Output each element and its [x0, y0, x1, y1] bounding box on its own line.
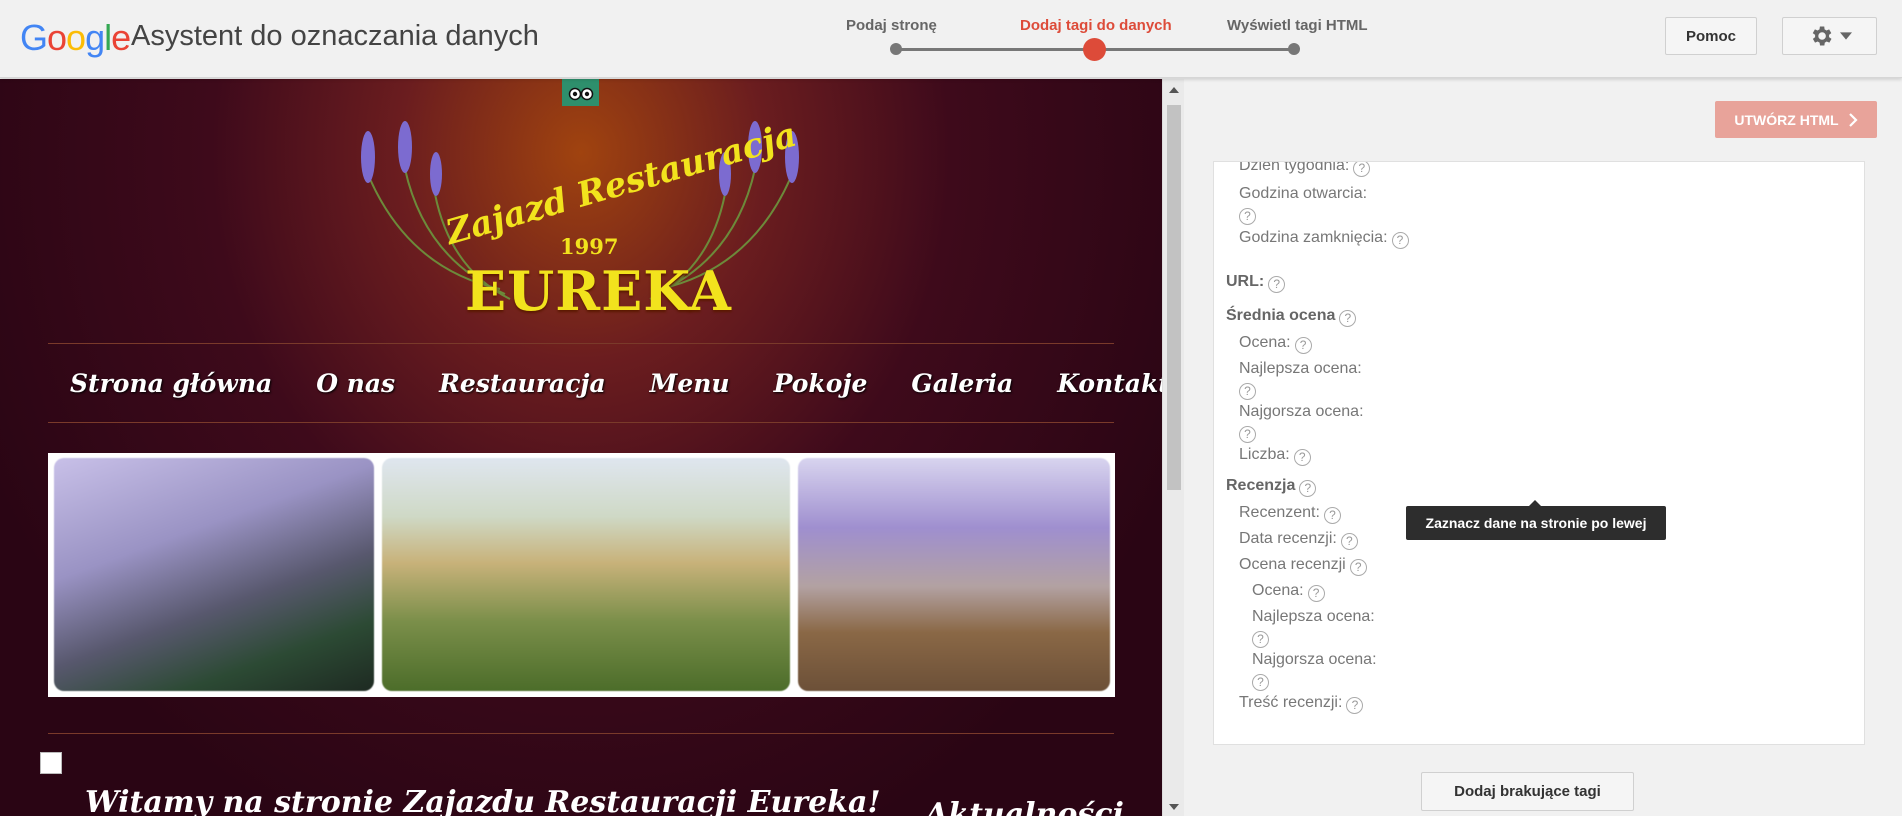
tag-item[interactable]: Data recenzji:?: [1239, 529, 1358, 550]
nav-menu[interactable]: Menu: [650, 369, 730, 398]
preview-scrollbar[interactable]: [1162, 79, 1184, 816]
help-icon[interactable]: ?: [1268, 276, 1286, 293]
tag-item[interactable]: Dzień tygodnia:?: [1239, 162, 1371, 177]
top-bar: Google Asystent do oznaczania danych Pod…: [0, 0, 1902, 78]
logo-letter: G: [20, 17, 48, 58]
tags-panel: UTWÓRZ HTML Dzień tygodnia:? Godzina otw…: [1185, 79, 1902, 816]
help-icon[interactable]: ?: [1252, 631, 1269, 648]
help-icon[interactable]: ?: [1349, 559, 1367, 576]
caret-down-icon: [1839, 32, 1852, 40]
tag-item[interactable]: Godzina otwarcia:?: [1239, 184, 1367, 225]
step-label-show-html[interactable]: Wyświetl tagi HTML: [1227, 17, 1368, 34]
tag-item[interactable]: Ocena recenzji?: [1239, 555, 1367, 576]
photo-billiard-room[interactable]: [54, 458, 374, 691]
tripadvisor-icon[interactable]: [562, 79, 599, 106]
photo-gallery: [48, 453, 1115, 697]
photo-building-exterior[interactable]: [382, 458, 790, 691]
tag-item[interactable]: Ocena:?: [1239, 333, 1312, 354]
site-nav: Strona główna O nas Restauracja Menu Pok…: [48, 343, 1162, 423]
scroll-thumb[interactable]: [1167, 105, 1181, 490]
gear-icon: [1812, 26, 1832, 46]
nav-rooms[interactable]: Pokoje: [774, 369, 868, 398]
step-dot-2-active[interactable]: [1083, 38, 1106, 61]
step-dot-1[interactable]: [890, 43, 902, 55]
step-dot-3[interactable]: [1288, 43, 1300, 55]
progress-stepper: Podaj stronę Dodaj tagi do danych Wyświe…: [846, 14, 1386, 64]
photo-dining-hall[interactable]: [798, 458, 1110, 691]
nav-about[interactable]: O nas: [316, 369, 395, 398]
tag-item[interactable]: Najgorsza ocena:?: [1239, 402, 1364, 443]
help-icon[interactable]: ?: [1239, 383, 1256, 400]
nav-contact[interactable]: Kontakt: [1057, 369, 1162, 398]
logo-letter: e: [111, 17, 131, 58]
content-divider: [48, 733, 1114, 734]
help-icon[interactable]: ?: [1239, 208, 1256, 225]
create-html-button[interactable]: UTWÓRZ HTML: [1715, 101, 1877, 138]
news-heading[interactable]: Aktualności: [925, 797, 1124, 816]
website-preview[interactable]: Zajazd Restauracja 1997 EUREKA Strona gł…: [0, 79, 1162, 816]
add-missing-tags-button[interactable]: Dodaj brakujące tagi: [1421, 772, 1634, 811]
tag-item[interactable]: Najlepsza ocena:?: [1239, 359, 1362, 400]
help-icon[interactable]: ?: [1391, 232, 1409, 249]
help-icon[interactable]: ?: [1252, 674, 1269, 691]
tag-item[interactable]: Liczba:?: [1239, 445, 1311, 466]
settings-button[interactable]: [1782, 17, 1877, 55]
chevron-right-icon: [1848, 112, 1858, 127]
app-title: Asystent do oznaczania danych: [131, 20, 539, 52]
tag-item[interactable]: Treść recenzji:?: [1239, 693, 1364, 714]
tag-group-header[interactable]: Średnia ocena?: [1226, 306, 1357, 327]
tag-item[interactable]: Najgorsza ocena:?: [1252, 650, 1377, 691]
help-icon[interactable]: ?: [1340, 533, 1358, 550]
step-label-add-tags[interactable]: Dodaj tagi do danych: [1020, 17, 1172, 34]
logo-letter: o: [66, 17, 86, 58]
tag-item[interactable]: Ocena:?: [1252, 581, 1325, 602]
help-icon[interactable]: ?: [1293, 449, 1311, 466]
tag-group-header[interactable]: URL:?: [1226, 272, 1286, 293]
tag-item[interactable]: Najlepsza ocena:?: [1252, 607, 1375, 648]
logo-year: 1997: [560, 234, 619, 259]
tag-list: Dzień tygodnia:? Godzina otwarcia:? Godz…: [1213, 161, 1865, 745]
nav-restaurant[interactable]: Restauracja: [439, 369, 606, 398]
restaurant-logo[interactable]: Zajazd Restauracja 1997 EUREKA: [350, 115, 810, 323]
help-icon[interactable]: ?: [1353, 162, 1371, 177]
tag-item[interactable]: Godzina zamknięcia:?: [1239, 228, 1409, 249]
help-button[interactable]: Pomoc: [1665, 17, 1757, 55]
logo-letter: g: [85, 17, 105, 58]
scroll-down-arrow-icon[interactable]: [1169, 804, 1179, 810]
google-logo: Google: [20, 17, 131, 59]
step-label-enter-page[interactable]: Podaj stronę: [846, 17, 937, 34]
instruction-tooltip: Zaznacz dane na stronie po lewej: [1406, 500, 1666, 540]
tag-item[interactable]: Recenzent:?: [1239, 503, 1341, 524]
nav-gallery[interactable]: Galeria: [911, 369, 1013, 398]
broken-image-icon: [40, 752, 62, 774]
help-icon[interactable]: ?: [1307, 585, 1325, 602]
welcome-heading[interactable]: Witamy na stronie Zajazdu Restauracji Eu…: [85, 785, 881, 816]
logo-letter: o: [47, 17, 67, 58]
help-icon[interactable]: ?: [1239, 426, 1256, 443]
logo-letter: l: [104, 17, 112, 58]
scroll-up-arrow-icon[interactable]: [1169, 87, 1179, 93]
create-html-label: UTWÓRZ HTML: [1734, 111, 1839, 128]
tag-group-header[interactable]: Recenzja?: [1226, 476, 1317, 497]
help-icon[interactable]: ?: [1323, 507, 1341, 524]
help-icon[interactable]: ?: [1339, 310, 1357, 327]
nav-home[interactable]: Strona główna: [70, 369, 272, 398]
help-icon[interactable]: ?: [1346, 697, 1364, 714]
help-icon[interactable]: ?: [1299, 480, 1317, 497]
help-icon[interactable]: ?: [1294, 337, 1312, 354]
logo-name: EUREKA: [465, 259, 732, 323]
